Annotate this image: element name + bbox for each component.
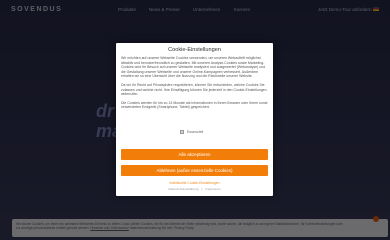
dialog-paragraph: Da wir Ihr Recht auf Privatsphäre respek… xyxy=(121,82,267,97)
essential-checkbox[interactable]: ✓ xyxy=(180,130,184,134)
individual-settings-link[interactable]: Individuelle Cookie-Einstellungen xyxy=(116,181,273,185)
reject-nonessential-button[interactable]: Ablehnen (außer essenzielle Cookies) xyxy=(121,165,268,176)
close-icon[interactable] xyxy=(373,216,379,222)
dialog-footer-links: Datenschutzerklärung | Impressum xyxy=(116,187,273,191)
accept-all-button[interactable]: Alle akzeptieren xyxy=(121,149,268,160)
cookie-notice-text: Wir nutzen Cookies, um Ihnen ein optimal… xyxy=(16,222,346,231)
privacy-notice-link[interactable]: Hinweise zum Datenschutz xyxy=(90,226,128,230)
cookie-settings-dialog: Cookie-Einstellungen Wir möchten auf uns… xyxy=(116,43,273,196)
essential-cookies-option: ✓ Essenziell xyxy=(180,130,203,134)
cookie-notice-bar: Wir nutzen Cookies, um Ihnen ein optimal… xyxy=(12,219,388,237)
dialog-body: Wir möchten auf unserer Webseite Cookies… xyxy=(121,56,268,114)
privacy-policy-link[interactable]: Datenschutzerklärung Sie hier: Privacy P… xyxy=(130,226,194,230)
dialog-title: Cookie-Einstellungen xyxy=(168,47,221,53)
privacy-policy-link[interactable]: Datenschutzerklärung xyxy=(169,187,199,191)
imprint-link[interactable]: Impressum xyxy=(205,187,220,191)
essential-label: Essenziell xyxy=(187,130,204,134)
dialog-paragraph: Wir möchten auf unserer Webseite Cookies… xyxy=(121,56,266,79)
dialog-paragraph: Die Cookies werden für bis zu 13 Monate … xyxy=(121,100,268,110)
footer-separator: | xyxy=(201,187,203,191)
